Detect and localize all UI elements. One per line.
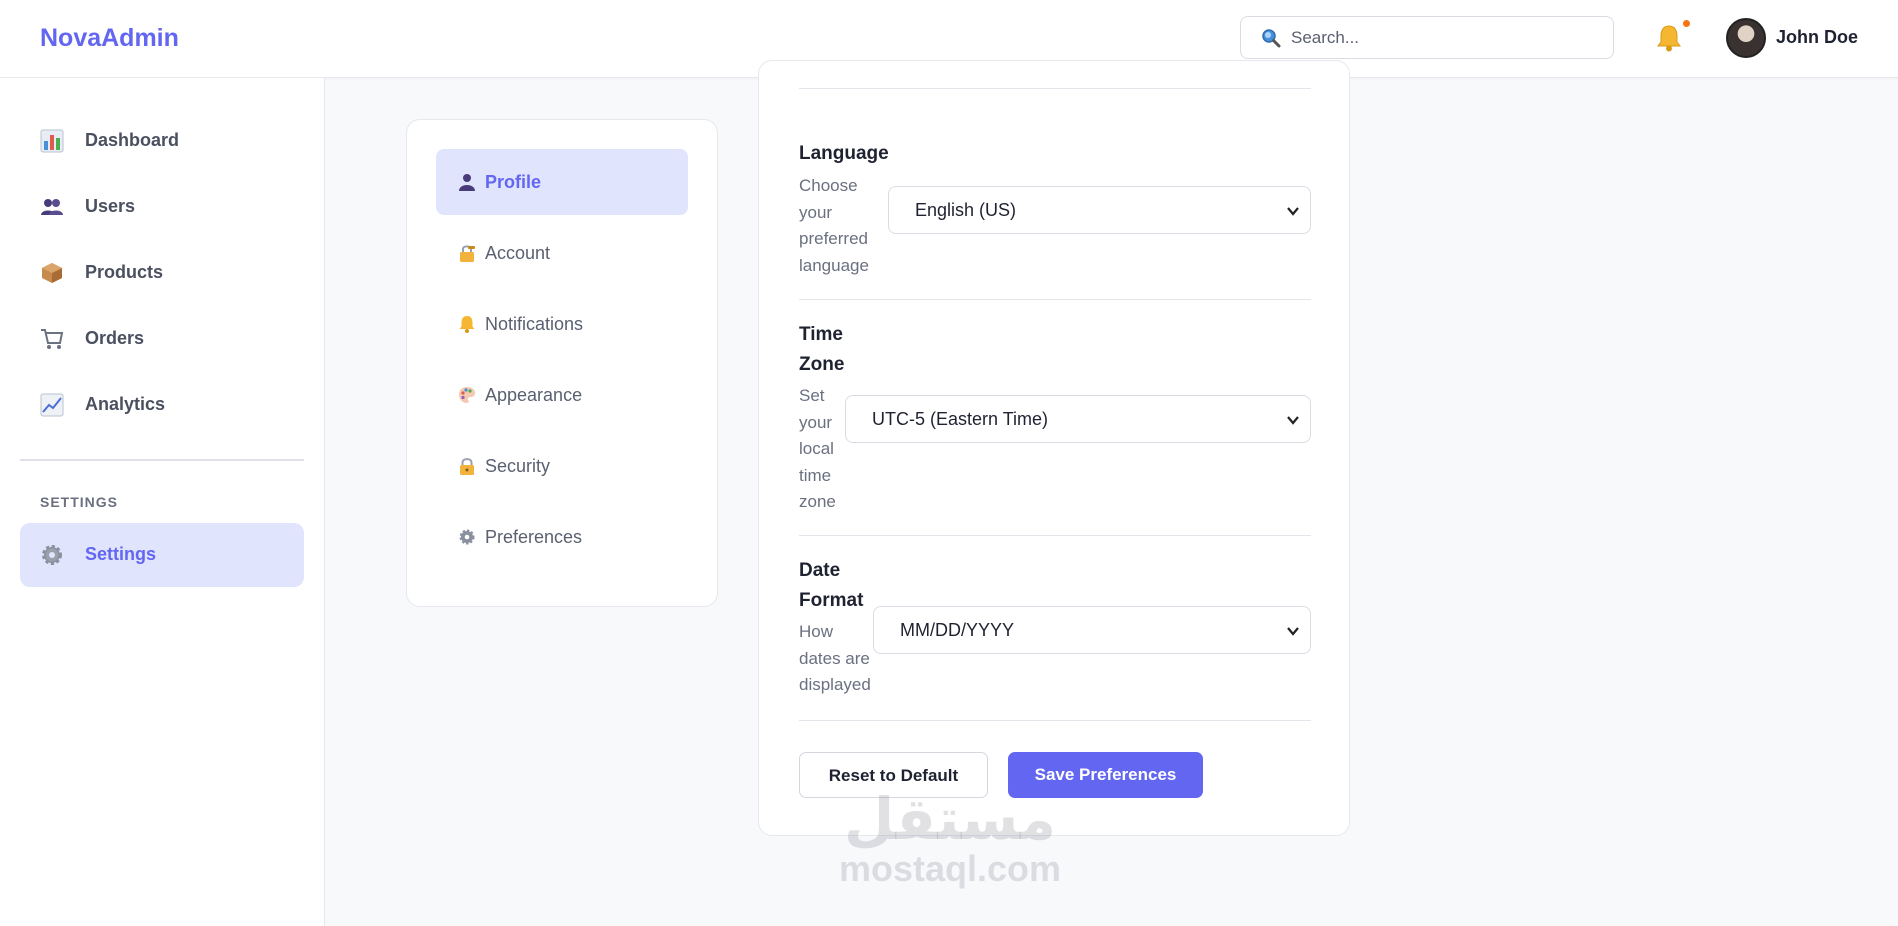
settings-tab-label: Appearance: [485, 385, 583, 405]
chevron-down-icon: [1287, 207, 1299, 216]
notification-bell-icon[interactable]: [1656, 24, 1682, 52]
gear-icon: [42, 545, 62, 565]
timezone-select[interactable]: UTC-5 (Eastern Time): [845, 395, 1311, 443]
save-button-label: Save Preferences: [1034, 765, 1177, 784]
notification-dot: [1683, 20, 1690, 27]
reset-button-label: Reset to Default: [828, 766, 959, 785]
date-format-title: Date Format: [799, 560, 864, 611]
settings-tab-account[interactable]: Account: [436, 220, 688, 286]
divider: [799, 720, 1311, 721]
sidebar: Dashboard Users Products Orders Analytic…: [0, 78, 325, 926]
users-icon: [41, 199, 63, 215]
date-format-value: MM/DD/YYYY: [900, 620, 1015, 640]
divider: [799, 535, 1311, 536]
settings-tab-label: Preferences: [485, 527, 583, 547]
language-description: Choose your preferred language: [799, 176, 869, 275]
brand-logo[interactable]: NovaAdmin: [40, 24, 179, 53]
language-title: Language: [799, 143, 889, 164]
lock-icon: [460, 458, 474, 475]
sidebar-divider: [20, 459, 304, 461]
user-name[interactable]: John Doe: [1776, 27, 1858, 48]
timezone-value: UTC-5 (Eastern Time): [872, 409, 1049, 429]
divider: [799, 299, 1311, 300]
divider: [799, 88, 1311, 89]
sidebar-item-orders[interactable]: Orders: [20, 307, 304, 371]
sidebar-item-settings[interactable]: Settings: [20, 523, 304, 587]
sidebar-item-label: Dashboard: [85, 130, 180, 150]
sidebar-item-label: Orders: [85, 328, 145, 348]
cart-icon: [41, 329, 64, 349]
gear-icon: [459, 529, 475, 545]
watermark: مستقل mostaql.com: [830, 788, 1070, 888]
sidebar-item-users[interactable]: Users: [20, 175, 304, 239]
settings-tab-notifications[interactable]: Notifications: [436, 291, 688, 357]
date-format-description: How dates are displayed: [799, 622, 871, 694]
watermark-latin: mostaql.com: [838, 848, 1062, 889]
trend-chart-icon: [40, 393, 64, 417]
sidebar-item-dashboard[interactable]: Dashboard: [20, 109, 304, 173]
package-icon: [42, 263, 62, 283]
lock-key-icon: [460, 245, 475, 262]
chevron-down-icon: [1287, 416, 1299, 425]
date-format-select[interactable]: MM/DD/YYYY: [873, 606, 1311, 654]
search-box[interactable]: [1240, 16, 1614, 59]
person-icon: [459, 174, 475, 191]
timezone-description: Set your local time zone: [799, 386, 836, 511]
language-select[interactable]: English (US): [888, 186, 1311, 234]
settings-tab-label: Security: [485, 456, 551, 476]
palette-icon: [459, 387, 475, 403]
preferences-panel: Language Choose your preferred language …: [758, 60, 1350, 836]
sidebar-item-label: Settings: [85, 544, 157, 564]
settings-tab-appearance[interactable]: Appearance: [436, 362, 688, 428]
sidebar-item-label: Users: [85, 196, 136, 216]
chevron-down-icon: [1287, 627, 1299, 636]
settings-nav: Profile Account Notifications Appearance…: [406, 119, 718, 607]
settings-tab-label: Account: [485, 243, 551, 263]
sidebar-section-title: SETTINGS: [40, 494, 119, 510]
search-icon: [1262, 29, 1281, 48]
settings-tab-label: Profile: [485, 172, 542, 192]
avatar[interactable]: [1726, 18, 1766, 58]
sidebar-item-label: Products: [85, 262, 164, 282]
settings-tab-profile[interactable]: Profile: [436, 149, 688, 215]
search-input[interactable]: [1291, 26, 1591, 50]
settings-tab-preferences[interactable]: Preferences: [436, 504, 688, 570]
sidebar-item-label: Analytics: [85, 394, 166, 414]
watermark-arabic: مستقل: [843, 785, 1057, 853]
settings-tab-label: Notifications: [485, 314, 584, 334]
language-value: English (US): [915, 200, 1017, 220]
sidebar-item-products[interactable]: Products: [20, 241, 304, 305]
sidebar-item-analytics[interactable]: Analytics: [20, 373, 304, 437]
settings-tab-security[interactable]: Security: [436, 433, 688, 499]
bar-chart-icon: [40, 129, 64, 153]
timezone-title: Time Zone: [799, 324, 845, 375]
bell-icon: [459, 316, 475, 333]
